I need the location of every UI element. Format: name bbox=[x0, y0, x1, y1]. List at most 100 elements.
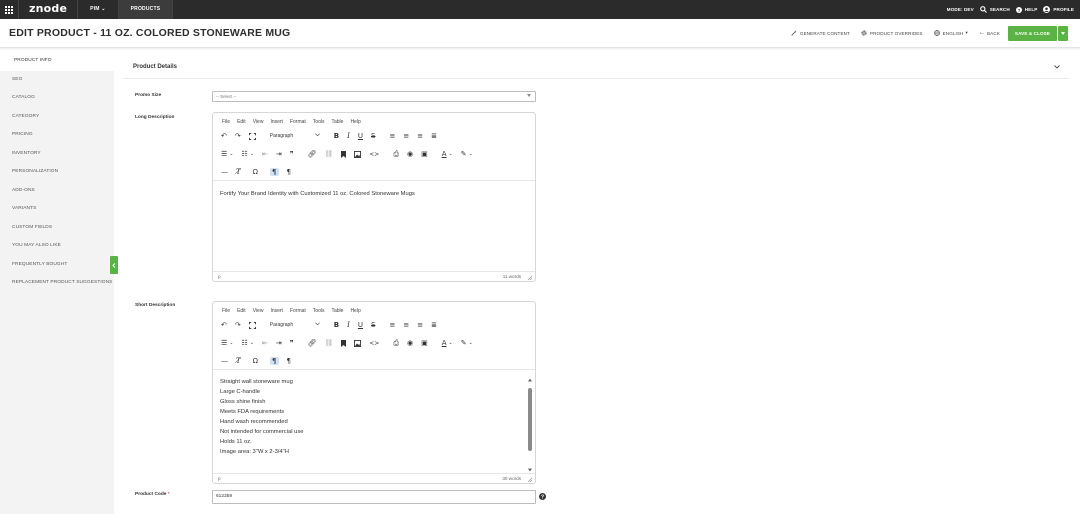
sidebar-item-seo[interactable]: SEO bbox=[0, 71, 114, 90]
align-left-icon[interactable]: ≡ bbox=[389, 321, 395, 329]
ltr-direction-icon[interactable]: ¶ bbox=[270, 167, 279, 176]
horizontal-rule-icon[interactable]: — bbox=[221, 168, 228, 176]
menu-file[interactable]: File bbox=[222, 119, 230, 125]
back-button[interactable]: ← BACK bbox=[979, 30, 1000, 36]
sidebar-item-frequently-bought[interactable]: FREQUENTLY BOUGHT bbox=[0, 256, 114, 275]
bullet-list-icon[interactable]: ☰ bbox=[221, 339, 227, 347]
show-blocks-icon[interactable]: ¶ bbox=[287, 168, 291, 176]
question-circle-icon[interactable]: ? bbox=[539, 493, 546, 500]
outdent-icon[interactable]: ⇤ bbox=[262, 150, 268, 158]
language-dropdown[interactable]: ENGLISH ▾ bbox=[933, 30, 968, 36]
menu-tools[interactable]: Tools bbox=[313, 308, 325, 314]
sidebar-item-variants[interactable]: VARIANTS bbox=[0, 200, 114, 219]
text-color-icon[interactable]: A bbox=[442, 339, 447, 347]
horizontal-rule-icon[interactable]: — bbox=[221, 357, 228, 365]
menu-help[interactable]: Help bbox=[350, 119, 360, 125]
align-justify-icon[interactable]: ≣ bbox=[431, 132, 437, 140]
menu-file[interactable]: File bbox=[222, 308, 230, 314]
block-format-select[interactable]: Paragraph bbox=[264, 319, 322, 331]
align-left-icon[interactable]: ≡ bbox=[389, 132, 395, 140]
align-justify-icon[interactable]: ≣ bbox=[431, 321, 437, 329]
outdent-icon[interactable]: ⇤ bbox=[262, 339, 268, 347]
numbered-list-icon[interactable]: ☷ bbox=[241, 150, 247, 158]
bookmark-icon[interactable] bbox=[341, 339, 347, 347]
resize-grip-icon[interactable] bbox=[527, 275, 532, 280]
underline-icon[interactable]: U bbox=[358, 321, 363, 329]
indent-icon[interactable]: ⇥ bbox=[276, 150, 282, 158]
menu-format[interactable]: Format bbox=[290, 119, 306, 125]
resize-grip-icon[interactable] bbox=[527, 477, 532, 482]
profile-button[interactable]: PROFILE bbox=[1043, 6, 1074, 13]
scrollbar-thumb[interactable] bbox=[528, 388, 532, 451]
nav-menu-products[interactable]: PRODUCTS bbox=[118, 0, 174, 19]
short-description-content[interactable]: Straight wall stoneware mug Large C-hand… bbox=[213, 370, 535, 457]
redo-icon[interactable]: ↷ bbox=[235, 321, 241, 329]
block-format-select[interactable]: Paragraph bbox=[264, 130, 322, 142]
long-description-content[interactable]: Fortify Your Brand Identity with Customi… bbox=[213, 181, 535, 199]
chevron-down-icon[interactable]: ⌄ bbox=[469, 340, 473, 346]
generate-content-button[interactable]: GENERATE CONTENT bbox=[791, 30, 850, 36]
menu-edit[interactable]: Edit bbox=[237, 308, 246, 314]
bookmark-icon[interactable] bbox=[341, 150, 347, 158]
link-icon[interactable]: 🔗︎ bbox=[308, 150, 317, 158]
highlight-color-icon[interactable]: ✎ bbox=[461, 339, 467, 347]
save-options-dropdown[interactable] bbox=[1058, 25, 1068, 41]
sidebar-item-catalog[interactable]: CATALOG bbox=[0, 89, 114, 108]
product-details-header[interactable]: Product Details bbox=[122, 55, 1070, 79]
menu-table[interactable]: Table bbox=[331, 308, 343, 314]
bold-icon[interactable]: B bbox=[334, 321, 339, 329]
print-icon[interactable]: ⎙ bbox=[393, 339, 399, 348]
media-icon[interactable]: ▣ bbox=[421, 339, 428, 347]
sidebar-item-personalization[interactable]: PERSONALIZATION bbox=[0, 163, 114, 182]
menu-insert[interactable]: Insert bbox=[270, 119, 283, 125]
save-close-button[interactable]: SAVE & CLOSE bbox=[1007, 25, 1057, 41]
fullscreen-icon[interactable] bbox=[248, 132, 256, 140]
content-scrollbar[interactable] bbox=[528, 378, 532, 472]
sidebar-item-pricing[interactable]: PRICING bbox=[0, 126, 114, 145]
sidebar-collapse-toggle[interactable] bbox=[110, 256, 118, 274]
product-code-input[interactable]: 612359 bbox=[212, 490, 536, 504]
align-right-icon[interactable]: ≡ bbox=[417, 321, 423, 329]
menu-help[interactable]: Help bbox=[350, 308, 360, 314]
align-center-icon[interactable]: ≡ bbox=[403, 321, 409, 329]
sidebar-item-replacement-product-suggestions[interactable]: REPLACEMENT PRODUCT SUGGESTIONS bbox=[0, 274, 114, 302]
align-center-icon[interactable]: ≡ bbox=[403, 132, 409, 140]
special-character-icon[interactable]: Ω bbox=[253, 168, 258, 176]
long-description-editor[interactable]: File Edit View Insert Format Tools Table… bbox=[212, 112, 536, 282]
undo-icon[interactable]: ↶ bbox=[221, 132, 227, 140]
menu-insert[interactable]: Insert bbox=[270, 308, 283, 314]
scroll-up-icon[interactable] bbox=[528, 378, 532, 382]
numbered-list-icon[interactable]: ☷ bbox=[241, 339, 247, 347]
chevron-down-icon[interactable]: ⌄ bbox=[250, 151, 254, 157]
print-icon[interactable]: ⎙ bbox=[393, 150, 399, 159]
help-button[interactable]: ? HELP bbox=[1015, 6, 1038, 13]
chevron-down-icon[interactable]: ⌄ bbox=[469, 151, 473, 157]
znode-logo[interactable]: znode bbox=[19, 0, 79, 19]
app-grid-icon[interactable] bbox=[0, 0, 19, 19]
chevron-down-icon[interactable]: ⌄ bbox=[229, 340, 233, 346]
preview-icon[interactable]: ◉ bbox=[407, 339, 413, 347]
promo-size-select[interactable]: -- Select -- bbox=[212, 91, 536, 102]
strikethrough-icon[interactable]: S bbox=[371, 321, 375, 329]
ltr-direction-icon[interactable]: ¶ bbox=[270, 356, 279, 365]
sidebar-item-custom-fields[interactable]: CUSTOM FIELDS bbox=[0, 219, 114, 238]
underline-icon[interactable]: U bbox=[358, 132, 363, 140]
menu-format[interactable]: Format bbox=[290, 308, 306, 314]
italic-icon[interactable]: I bbox=[347, 132, 350, 140]
scroll-down-icon[interactable] bbox=[528, 468, 532, 472]
chevron-down-icon[interactable]: ⌄ bbox=[229, 151, 233, 157]
align-right-icon[interactable]: ≡ bbox=[417, 132, 423, 140]
clear-format-icon[interactable]: T̸ bbox=[236, 357, 241, 365]
special-character-icon[interactable]: Ω bbox=[253, 357, 258, 365]
menu-edit[interactable]: Edit bbox=[237, 119, 246, 125]
blockquote-icon[interactable]: ❞ bbox=[290, 339, 294, 347]
italic-icon[interactable]: I bbox=[347, 321, 350, 329]
chevron-down-icon[interactable]: ⌄ bbox=[448, 151, 452, 157]
sidebar-item-product-info[interactable]: PRODUCT INFO bbox=[0, 52, 114, 71]
image-icon[interactable] bbox=[354, 150, 362, 158]
highlight-color-icon[interactable]: ✎ bbox=[461, 150, 467, 158]
menu-view[interactable]: View bbox=[253, 308, 264, 314]
code-icon[interactable]: <> bbox=[369, 151, 379, 158]
code-icon[interactable]: <> bbox=[369, 340, 379, 347]
strikethrough-icon[interactable]: S bbox=[371, 132, 375, 140]
